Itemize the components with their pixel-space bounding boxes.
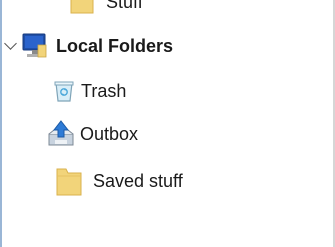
chevron-down-icon[interactable] <box>4 37 17 50</box>
folder-item-saved-stuff[interactable]: Saved stuff <box>0 163 333 199</box>
folder-item-trash-label: Trash <box>81 81 127 101</box>
account-local-folders[interactable]: Local Folders <box>0 28 333 64</box>
folder-item-outbox[interactable]: Outbox <box>0 116 333 152</box>
outbox-icon <box>48 120 74 146</box>
folder-item-trash[interactable]: Trash <box>0 73 333 109</box>
folder-icon <box>70 0 94 14</box>
folder-icon <box>56 168 82 196</box>
folder-item-outbox-label: Outbox <box>80 124 139 144</box>
account-label: Local Folders <box>56 36 174 56</box>
folder-pane: Stuff Local Folders Trash Outbox Saved s… <box>0 0 335 247</box>
folder-item-partial-label: Stuff <box>106 0 143 12</box>
folder-item-partial[interactable]: Stuff <box>0 0 333 20</box>
computer-monitor-icon <box>22 33 47 58</box>
folder-item-saved-stuff-label: Saved stuff <box>93 171 183 191</box>
trash-icon <box>54 81 74 102</box>
